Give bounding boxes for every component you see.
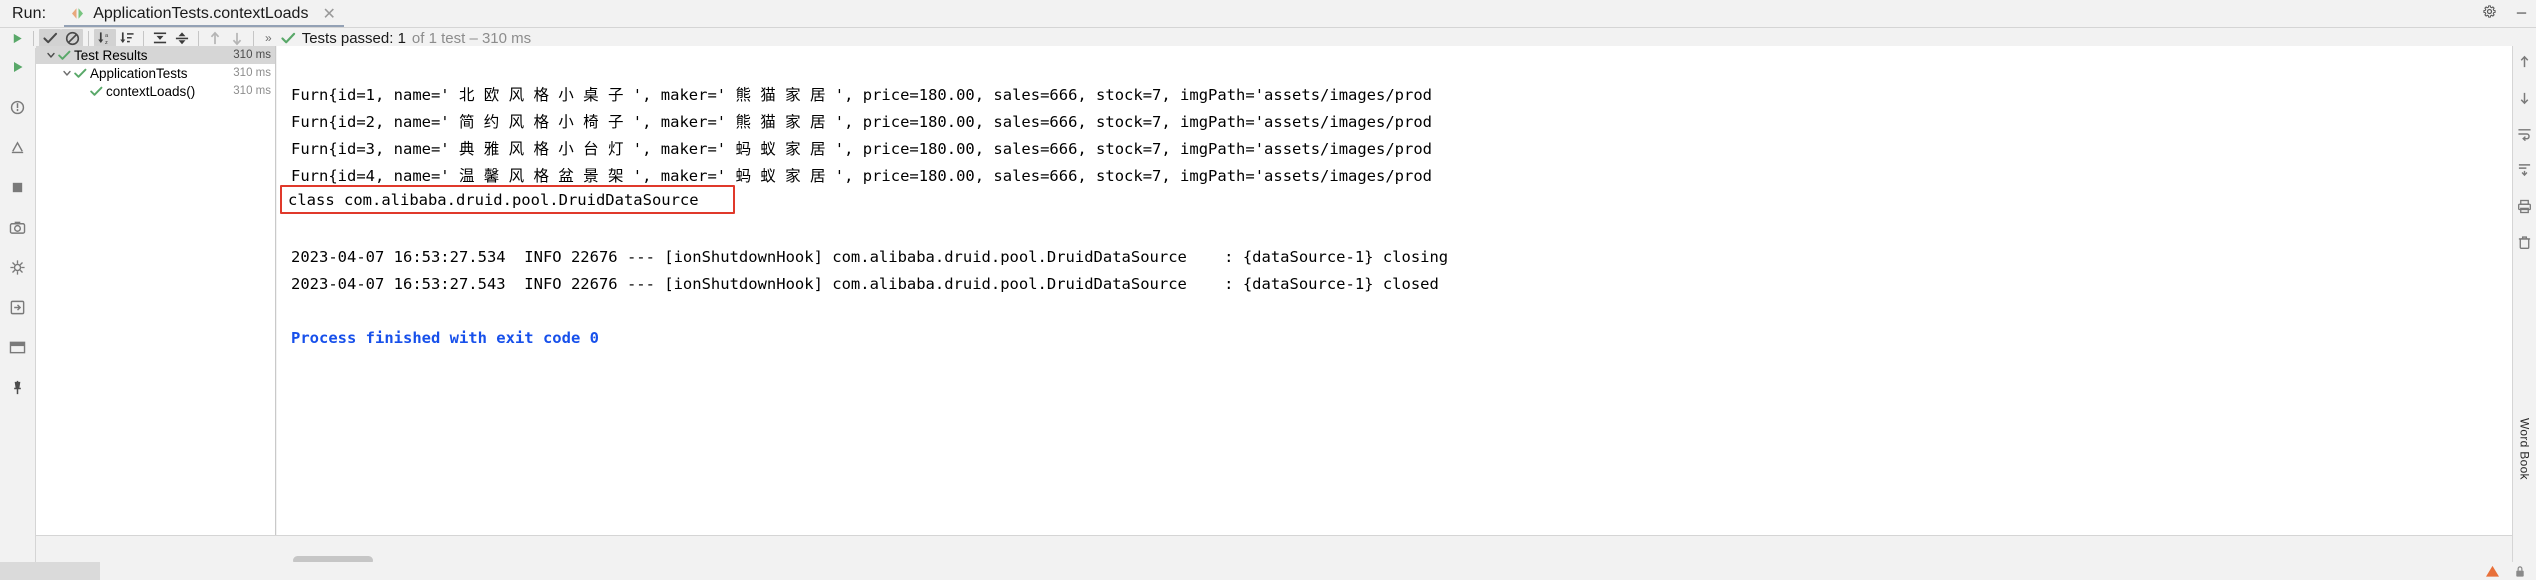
- console-output[interactable]: Furn{id=1, name=' 北 欧 风 格 小 桌 子 ', maker…: [277, 46, 2512, 535]
- console-line-process-finished: Process finished with exit code 0: [291, 329, 599, 347]
- tree-node-duration: 310 ms: [233, 49, 271, 61]
- toolbar-separator: [88, 30, 89, 46]
- run-label: Run:: [12, 4, 47, 22]
- printer-icon[interactable]: [2515, 196, 2535, 216]
- next-failed-button[interactable]: [226, 29, 248, 48]
- rerun-button[interactable]: [6, 29, 28, 48]
- tree-node-application-tests[interactable]: ApplicationTests 310 ms: [36, 64, 275, 82]
- tests-detail-label: of 1 test – 310 ms: [411, 29, 532, 47]
- toolbar-separator: [253, 30, 254, 46]
- bug-icon[interactable]: [7, 96, 29, 118]
- run-tool-window: Run: ApplicationTests.contextLoads ✕ a z…: [0, 0, 2536, 580]
- notification-icon[interactable]: [2485, 565, 2500, 578]
- trash-icon[interactable]: [2515, 232, 2535, 252]
- tree-node-duration: 310 ms: [233, 85, 271, 97]
- check-green-icon: [57, 49, 71, 62]
- tab-application-tests-contextloads[interactable]: ApplicationTests.contextLoads ✕: [64, 1, 344, 28]
- close-icon[interactable]: ✕: [322, 4, 335, 24]
- stop-square-icon[interactable]: [7, 176, 29, 198]
- collapse-all-button[interactable]: [171, 29, 193, 48]
- toolbar-separator: [33, 30, 34, 46]
- bottom-status-bar: [0, 562, 2536, 580]
- lock-icon[interactable]: [2514, 565, 2526, 578]
- chevron-down-icon[interactable]: [44, 49, 57, 62]
- run-tab-bar: Run: ApplicationTests.contextLoads ✕: [0, 0, 2536, 28]
- layout-icon[interactable]: [7, 336, 29, 358]
- console-line-furn-2: Furn{id=2, name=' 简 约 风 格 小 椅 子 ', maker…: [291, 113, 1433, 131]
- sort-duration-button[interactable]: [116, 29, 138, 48]
- expand-all-button[interactable]: [149, 29, 171, 48]
- chevron-down-icon[interactable]: [60, 67, 73, 80]
- tree-node-test-results[interactable]: Test Results 310 ms: [36, 46, 275, 64]
- arrow-up-icon[interactable]: [2515, 52, 2535, 72]
- test-results-tree[interactable]: Test Results 310 ms ApplicationTests 310…: [36, 46, 276, 535]
- test-status: Tests passed: 1 of 1 test – 310 ms: [281, 30, 531, 47]
- camera-icon[interactable]: [7, 216, 29, 238]
- console-line-furn-3: Furn{id=3, name=' 典 雅 风 格 小 台 灯 ', maker…: [291, 140, 1433, 158]
- minimize-icon[interactable]: [2512, 2, 2530, 20]
- bottom-right-icons: [2485, 565, 2536, 578]
- tree-node-label: Test Results: [74, 47, 148, 63]
- check-green-icon: [73, 67, 87, 80]
- rerun-arrows-icon: [70, 7, 85, 20]
- console-line-datasource-class: class com.alibaba.druid.pool.DruidDataSo…: [280, 185, 735, 214]
- scroll-end-icon[interactable]: [2515, 160, 2535, 180]
- arrow-down-icon[interactable]: [2515, 88, 2535, 108]
- word-book-tab[interactable]: Word Book: [2518, 418, 2532, 480]
- console-line-furn-1: Furn{id=1, name=' 北 欧 风 格 小 桌 子 ', maker…: [291, 86, 1433, 104]
- console-side-toolbar: Word Book: [2512, 46, 2536, 580]
- tree-node-context-loads[interactable]: contextLoads() 310 ms: [36, 82, 275, 100]
- toolbar-separator: [198, 30, 199, 46]
- console-bottom-divider: [36, 535, 2512, 536]
- pin-icon[interactable]: [7, 376, 29, 398]
- tab-title: ApplicationTests.contextLoads: [93, 4, 309, 22]
- tests-passed-label: Tests passed: 1: [301, 29, 406, 47]
- run-tool-button[interactable]: [7, 56, 29, 78]
- check-green-icon: [281, 32, 296, 45]
- gear-icon[interactable]: [2480, 2, 2498, 20]
- console-line-shutdown-2: 2023-04-07 16:53:27.543 INFO 22676 --- […: [291, 275, 1439, 293]
- prev-failed-button[interactable]: [204, 29, 226, 48]
- svg-text:z: z: [105, 40, 108, 46]
- show-ignored-toggle[interactable]: [61, 28, 83, 48]
- export-icon[interactable]: [7, 296, 29, 318]
- show-passed-toggle[interactable]: [39, 28, 61, 48]
- tree-node-label: contextLoads(): [106, 83, 196, 99]
- tree-node-label: ApplicationTests: [90, 65, 188, 81]
- svg-text:a: a: [105, 33, 109, 39]
- test-runner-toolbar: a z » Tests passed: 1 of 1 test – 310 ms: [0, 28, 2536, 48]
- window-controls: [2480, 2, 2530, 20]
- tree-node-duration: 310 ms: [233, 67, 271, 79]
- more-options-button[interactable]: »: [259, 31, 277, 45]
- thread-dump-icon[interactable]: [7, 256, 29, 278]
- run-side-toolbar: [0, 48, 36, 580]
- sort-alphabetically-button[interactable]: a z: [94, 28, 116, 48]
- toolbar-separator: [143, 30, 144, 46]
- bottom-tab[interactable]: [0, 562, 100, 580]
- wrap-icon[interactable]: [2515, 124, 2535, 144]
- check-green-icon: [89, 85, 103, 98]
- console-line-shutdown-1: 2023-04-07 16:53:27.534 INFO 22676 --- […: [291, 248, 1449, 266]
- coverage-icon[interactable]: [7, 136, 29, 158]
